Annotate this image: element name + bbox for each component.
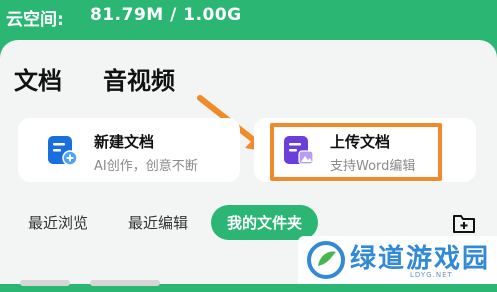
tab-audio-video-label: 音视频 (103, 67, 175, 95)
tab-audio-video[interactable]: 音视频 (103, 61, 175, 96)
new-document-title: 新建文档 (94, 133, 155, 151)
status-bar: 云空间: 81.79M / 1.00G (0, 0, 497, 34)
new-document-subtitle: AI创作，创意不断 (94, 159, 198, 174)
new-doc-icon (46, 134, 78, 170)
annotation-highlight-box (270, 123, 442, 181)
cloud-space-value: 81.79M / 1.00G (90, 5, 242, 25)
filter-recent-edited[interactable]: 最近编辑 (128, 212, 188, 233)
watermark: 绿道游戏园 LDYG.NET (298, 236, 497, 284)
list-item-placeholder (90, 280, 160, 286)
cloud-space-label: 云空间: (6, 10, 64, 30)
list-item-placeholder (20, 280, 70, 286)
watermark-text: 绿道游戏园 (350, 244, 491, 274)
tab-documents-label: 文档 (14, 67, 62, 95)
new-document-card[interactable]: 新建文档 AI创作，创意不断 (18, 118, 240, 182)
watermark-subtext: LDYG.NET (410, 271, 453, 279)
filter-recent-viewed[interactable]: 最近浏览 (28, 212, 88, 233)
list-item[interactable] (20, 272, 260, 292)
add-folder-icon[interactable] (452, 212, 476, 238)
filter-my-folder[interactable]: 我的文件夹 (211, 205, 319, 240)
watermark-logo-icon (306, 240, 346, 284)
tab-documents[interactable]: 文档 (14, 61, 70, 101)
